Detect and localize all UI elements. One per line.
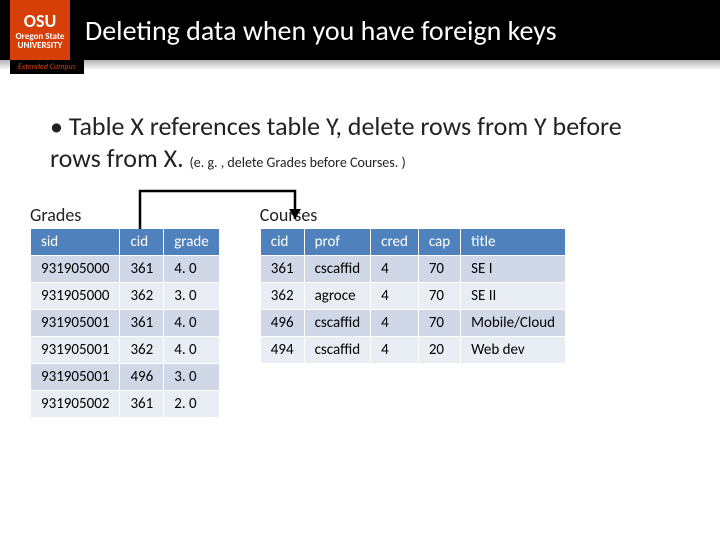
table-cell: 362 <box>120 337 164 364</box>
table-cell: 362 <box>260 283 304 310</box>
grades-label: Grades <box>30 204 81 226</box>
table-header: grade <box>164 229 220 256</box>
table-cell: 70 <box>418 256 460 283</box>
table-header: cap <box>418 229 460 256</box>
logo-line2: UNIVERSITY <box>18 41 63 50</box>
table-cell: 362 <box>120 283 164 310</box>
table-cell: 70 <box>418 310 460 337</box>
table-row: 361cscaffid470SE I <box>260 256 565 283</box>
table-row: 496cscaffid470Mobile/Cloud <box>260 310 565 337</box>
table-cell: 931905001 <box>31 364 120 391</box>
courses-label: Courses <box>260 204 318 226</box>
grades-table-block: Grades sidcidgrade 9319050003614. 093190… <box>30 204 220 418</box>
table-cell: 3. 0 <box>164 364 220 391</box>
table-cell: 4 <box>371 337 419 364</box>
table-cell: cscaffid <box>304 310 371 337</box>
table-header: prof <box>304 229 371 256</box>
grades-table: sidcidgrade 9319050003614. 0931905000362… <box>30 228 220 418</box>
tables-area: Grades sidcidgrade 9319050003614. 093190… <box>0 204 720 418</box>
table-cell: SE II <box>461 283 566 310</box>
table-row: 362agroce470SE II <box>260 283 565 310</box>
table-row: 9319050003614. 0 <box>31 256 220 283</box>
logo-osu-text: OSU <box>24 10 56 32</box>
courses-table: cidprofcredcaptitle 361cscaffid470SE I36… <box>260 228 566 364</box>
courses-table-block: Courses cidprofcredcaptitle 361cscaffid4… <box>260 204 566 418</box>
table-header: cred <box>371 229 419 256</box>
table-cell: 496 <box>120 364 164 391</box>
table-cell: 2. 0 <box>164 391 220 418</box>
table-header: title <box>461 229 566 256</box>
osu-logo: OSU Oregon State UNIVERSITY <box>10 0 70 60</box>
table-cell: Mobile/Cloud <box>461 310 566 337</box>
table-row: 494cscaffid420Web dev <box>260 337 565 364</box>
table-cell: 4 <box>371 310 419 337</box>
bullet-text: • Table X references table Y, delete row… <box>50 110 670 174</box>
table-cell: 931905000 <box>31 283 120 310</box>
table-cell: 931905002 <box>31 391 120 418</box>
table-cell: 4. 0 <box>164 256 220 283</box>
table-cell: 4. 0 <box>164 337 220 364</box>
table-cell: cscaffid <box>304 337 371 364</box>
table-cell: 931905000 <box>31 256 120 283</box>
table-row: 9319050013624. 0 <box>31 337 220 364</box>
table-cell: 496 <box>260 310 304 337</box>
table-cell: 4 <box>371 256 419 283</box>
table-row: 9319050013614. 0 <box>31 310 220 337</box>
table-cell: 361 <box>120 391 164 418</box>
table-cell: 361 <box>120 310 164 337</box>
table-row: 9319050014963. 0 <box>31 364 220 391</box>
table-cell: 361 <box>120 256 164 283</box>
table-row: 9319050023612. 0 <box>31 391 220 418</box>
table-cell: 494 <box>260 337 304 364</box>
table-header: cid <box>260 229 304 256</box>
table-cell: agroce <box>304 283 371 310</box>
slide-title: Deleting data when you have foreign keys <box>85 13 557 48</box>
table-cell: 70 <box>418 283 460 310</box>
slide-header: OSU Oregon State UNIVERSITY Deleting dat… <box>0 0 720 60</box>
slide-content: • Table X references table Y, delete row… <box>0 70 720 174</box>
table-cell: 20 <box>418 337 460 364</box>
table-cell: 3. 0 <box>164 283 220 310</box>
table-cell: Web dev <box>461 337 566 364</box>
table-cell: 931905001 <box>31 337 120 364</box>
table-row: 9319050003623. 0 <box>31 283 220 310</box>
table-cell: 361 <box>260 256 304 283</box>
table-cell: SE I <box>461 256 566 283</box>
table-header: cid <box>120 229 164 256</box>
table-cell: 4. 0 <box>164 310 220 337</box>
logo-extended-campus: Extended Campus <box>10 60 84 74</box>
bullet-note: (e. g. , delete Grades before Courses. ) <box>190 154 406 171</box>
table-cell: 931905001 <box>31 310 120 337</box>
table-header: sid <box>31 229 120 256</box>
table-cell: cscaffid <box>304 256 371 283</box>
header-shadow <box>0 60 720 70</box>
table-cell: 4 <box>371 283 419 310</box>
